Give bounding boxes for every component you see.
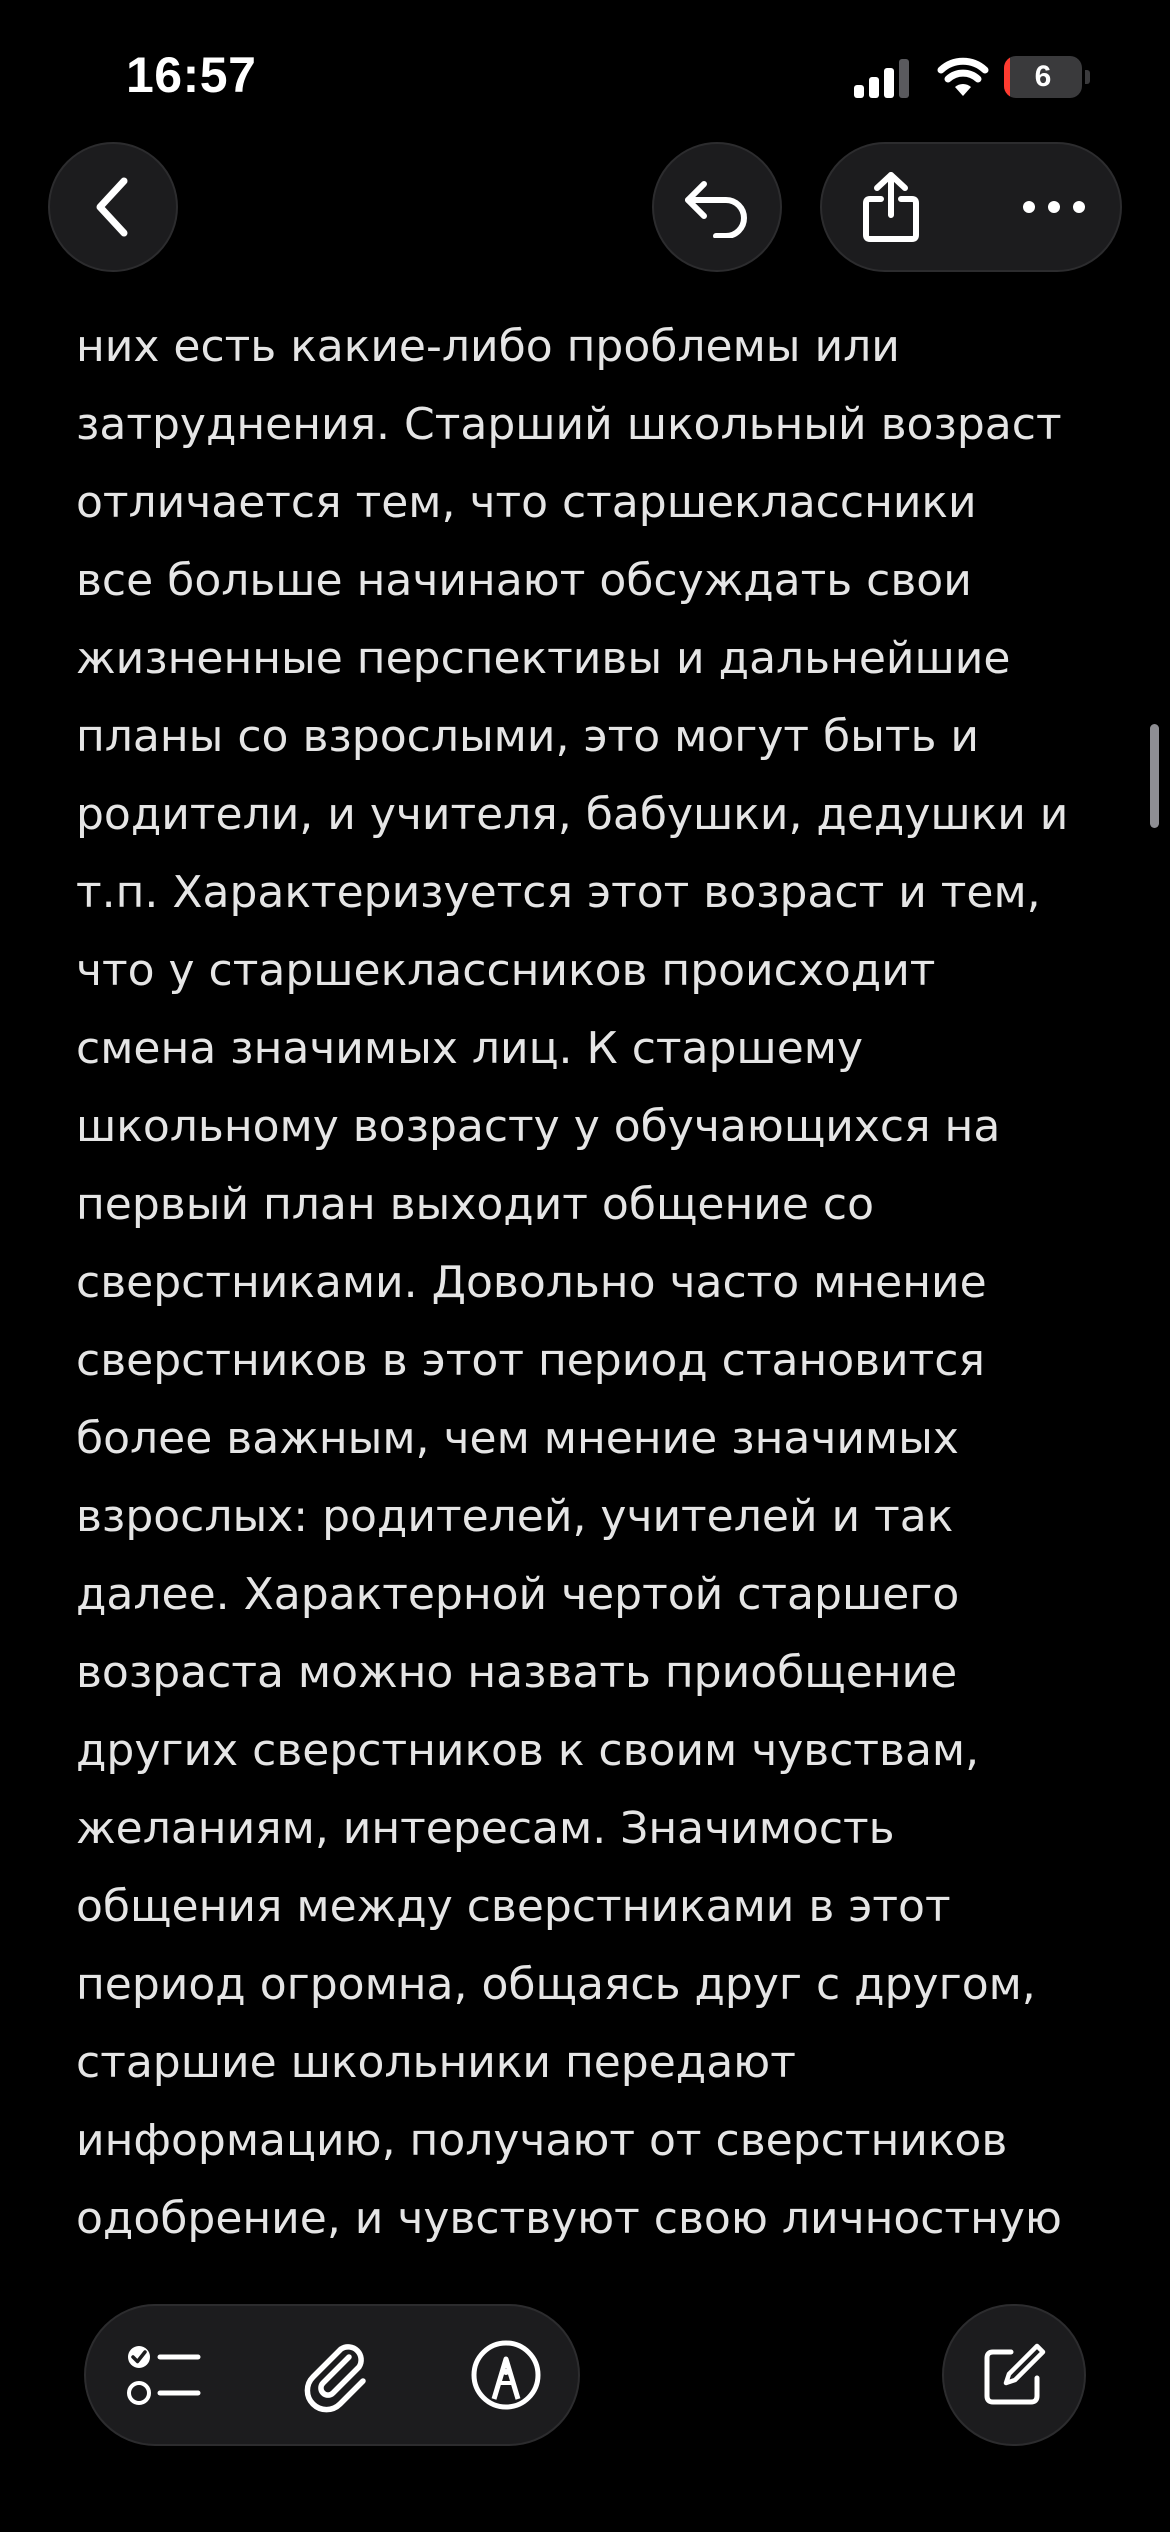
- note-text-line: все больше начинают обсуждать свои: [76, 555, 972, 606]
- note-text-line: одобрение, и чувствуют свою личностную: [76, 2193, 1062, 2244]
- note-text-line: далее. Характерной чертой старшего: [76, 1569, 960, 1620]
- battery-level: 6: [1034, 60, 1052, 93]
- note-text-line: них есть какие-либо проблемы или: [76, 321, 900, 372]
- bottom-toolbar: [84, 2304, 580, 2446]
- note-text-line: школьному возрасту у обучающихся на: [76, 1101, 1001, 1152]
- note-text-line: желаниям, интересам. Значимость: [76, 1803, 895, 1854]
- share-icon[interactable]: [860, 171, 922, 243]
- compose-icon: [981, 2342, 1047, 2408]
- signal-icon: [852, 58, 912, 98]
- battery-icon: 6: [1004, 56, 1090, 98]
- note-text-line: смена значимых лиц. К старшему: [76, 1023, 863, 1074]
- note-text-line: других сверстников к своим чувствам,: [76, 1725, 980, 1776]
- status-time: 16:57: [126, 47, 257, 103]
- checklist-icon[interactable]: [126, 2340, 202, 2410]
- undo-button[interactable]: [652, 142, 782, 272]
- back-button[interactable]: [48, 142, 178, 272]
- note-text-line: более важным, чем мнение значимых: [76, 1413, 959, 1464]
- compose-button[interactable]: [942, 2304, 1086, 2446]
- note-text-line: общения между сверстниками в этот: [76, 1881, 951, 1932]
- note-text-line: возраста можно назвать приобщение: [76, 1647, 958, 1698]
- note-text-line: отличается тем, что старшеклассники: [76, 477, 977, 528]
- more-icon[interactable]: [1022, 200, 1086, 214]
- note-text-line: взрослых: родителей, учителей и так: [76, 1491, 954, 1542]
- markup-pen-icon[interactable]: [470, 2339, 542, 2411]
- battery-body: 6: [1004, 56, 1082, 98]
- note-text-line: старшие школьники передают: [76, 2037, 796, 2088]
- note-text-line: т.п. Характеризуется этот возраст и тем,: [76, 867, 1041, 918]
- note-text-line: затруднения. Старший школьный возраст: [76, 399, 1062, 450]
- note-text-line: планы со взрослыми, это могут быть и: [76, 711, 980, 762]
- status-bar: 16:57 6: [0, 0, 1170, 150]
- note-text-line: информацию, получают от сверстников: [76, 2115, 1008, 2166]
- note-text-line: что у старшеклассников происходит: [76, 945, 936, 996]
- note-text-line: родители, и учителя, бабушки, дедушки и: [76, 789, 1069, 840]
- chevron-left-icon: [90, 175, 136, 239]
- note-text-line: жизненные перспективы и дальнейшие: [76, 633, 1011, 684]
- note-text-line: период огромна, общаясь друг с другом,: [76, 1959, 1036, 2010]
- undo-icon: [682, 176, 752, 238]
- battery-tip: [1085, 70, 1090, 84]
- actions-group: [820, 142, 1122, 272]
- paperclip-icon[interactable]: [301, 2337, 371, 2413]
- note-body[interactable]: них есть какие-либо проблемы или затрудне…: [76, 308, 1126, 2260]
- wifi-icon: [937, 56, 989, 98]
- note-text-line: сверстников в этот период становится: [76, 1335, 985, 1386]
- note-text-line: сверстниками. Довольно часто мнение: [76, 1257, 987, 1308]
- scroll-indicator[interactable]: [1150, 724, 1159, 828]
- note-text-line: первый план выходит общение со: [76, 1179, 874, 1230]
